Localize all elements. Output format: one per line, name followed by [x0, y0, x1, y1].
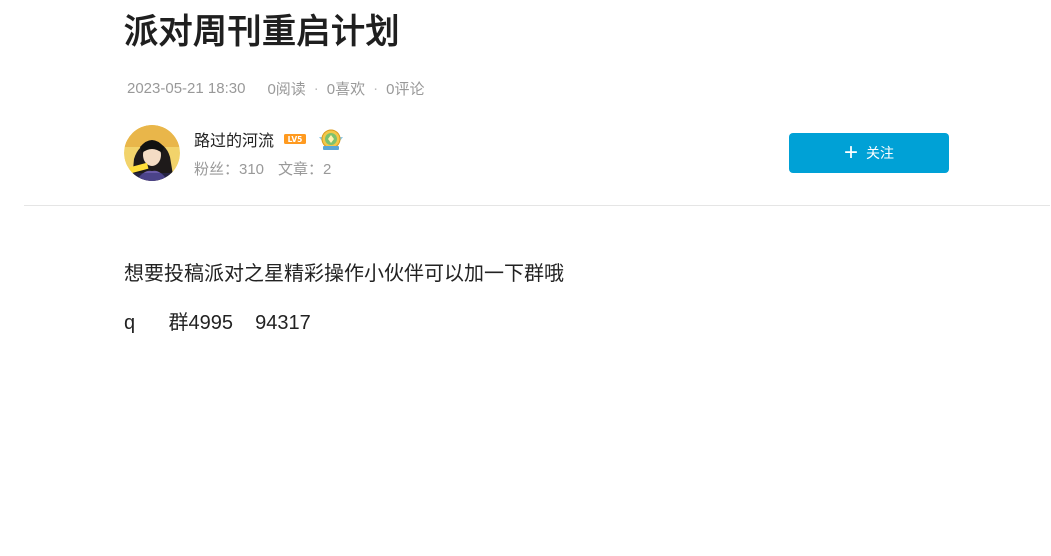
meta-separator: · [373, 80, 379, 97]
like-count: 0喜欢 [326, 81, 366, 98]
plus-icon: + [843, 139, 858, 166]
author-name[interactable]: 路过的河流 [194, 127, 274, 151]
article-count: 文章：2 [278, 161, 332, 178]
comment-count[interactable]: 0评论 [386, 78, 424, 99]
level-badge-icon: LV5 [284, 134, 307, 144]
article-page: 派对周刊重启计划 2023-05-21 18:30 0阅读 · 0喜欢 · 0评… [0, 0, 1051, 556]
author-avatar[interactable] [124, 125, 180, 181]
fans-count: 粉丝：310 [194, 161, 265, 178]
content-paragraph: 想要投稿派对之星精彩操作小伙伴可以加一下群哦 [124, 263, 564, 285]
article-content: 想要投稿派对之星精彩操作小伙伴可以加一下群哦 q 群4995 94317 [124, 258, 564, 339]
medal-icon[interactable] [318, 127, 344, 151]
content-paragraph: q 群4995 94317 [124, 312, 311, 334]
follow-button[interactable]: + 关注 [789, 133, 949, 173]
publish-date: 2023-05-21 18:30 [127, 80, 246, 97]
author-info: 路过的河流 LV5 粉丝：310 文章：2 [194, 128, 344, 179]
header-divider [24, 205, 1050, 206]
author-stats: 粉丝：310 文章：2 [194, 158, 344, 179]
article-title: 派对周刊重启计划 [124, 13, 400, 51]
author-card: 路过的河流 LV5 粉丝：310 文章：2 [124, 125, 344, 181]
author-name-row: 路过的河流 LV5 [194, 128, 344, 150]
level-badge-text: LV5 [288, 135, 303, 144]
read-count: 0阅读 [267, 81, 306, 98]
article-meta: 2023-05-21 18:30 0阅读 · 0喜欢 · 0评论 [127, 78, 424, 99]
follow-button-label: 关注 [866, 145, 894, 161]
meta-separator: · [313, 80, 319, 97]
avatar-image [124, 125, 180, 181]
